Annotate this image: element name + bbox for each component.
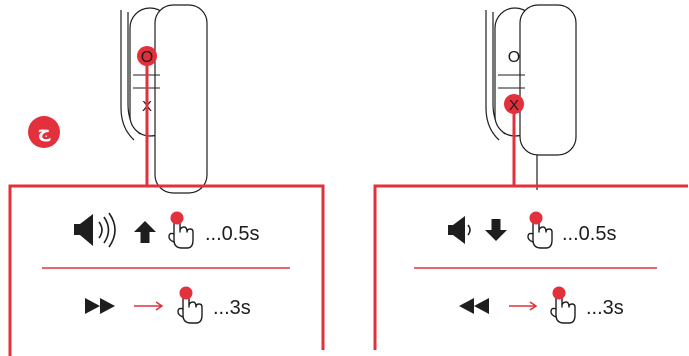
left-row1-duration: ...0.5s: [205, 223, 260, 245]
finger-press-icon: [550, 285, 576, 324]
right-row2-duration: ...3s: [586, 297, 624, 319]
headphone-right-button-x: X: [509, 97, 519, 114]
left-row2-duration: ...3s: [213, 297, 251, 319]
arrow-right-icon: [509, 301, 538, 311]
finger-press-icon: [527, 210, 553, 249]
arrow-up-icon: [134, 221, 156, 243]
finger-press-icon: [177, 285, 203, 324]
arrow-down-icon: [485, 219, 507, 241]
right-row1-duration: ...0.5s: [562, 223, 617, 245]
rewind-icon: [459, 298, 489, 314]
headphone-left-illustration: [120, 4, 208, 194]
headphone-left-button-o: O: [141, 49, 153, 66]
headphone-right-illustration: [485, 4, 577, 190]
brand-logo-badge: ج: [28, 116, 60, 148]
arrow-right-icon: [134, 301, 164, 311]
fast-forward-icon: [85, 298, 115, 314]
finger-press-icon: [168, 210, 194, 249]
headphone-right-button-o: O: [508, 49, 520, 66]
speaker-quiet-icon: [448, 216, 471, 244]
speaker-loud-icon: [74, 212, 116, 248]
